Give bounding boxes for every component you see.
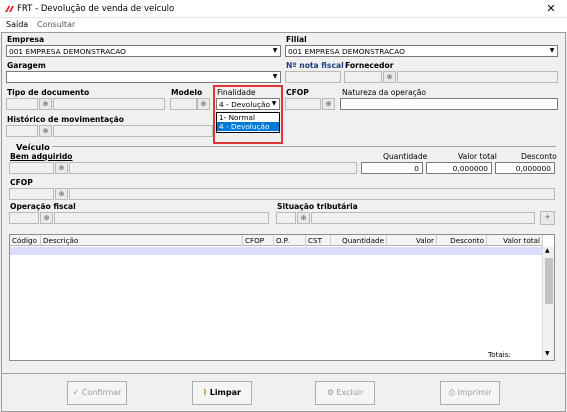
footer-divider [1, 373, 566, 374]
bem-adquirido-label: Bem adquirido [10, 152, 73, 161]
chevron-down-icon[interactable]: ▼ [269, 99, 279, 109]
finalidade-value: 4 - Devolução [219, 100, 271, 109]
fornecedor-name-field [397, 71, 558, 83]
situacao-tributaria-field[interactable] [276, 212, 296, 224]
quantidade-field[interactable]: 0 [361, 162, 423, 174]
fornecedor-label: Fornecedor [345, 61, 394, 70]
col-cst[interactable]: CST [306, 235, 331, 246]
filial-select[interactable]: 001 EMPRESA DEMONSTRACAO ▼ [285, 45, 558, 57]
menu-item-saida[interactable]: Saída [6, 20, 28, 29]
situacao-tributaria-label: Situação tributária [277, 202, 358, 211]
menu-bar [0, 18, 567, 32]
empresa-label: Empresa [7, 35, 45, 44]
quantidade-label: Quantidade [383, 152, 428, 161]
operacao-fiscal-label: Operação fiscal [10, 202, 76, 211]
valor-total-label: Valor total [458, 152, 497, 161]
bem-desc-field [69, 162, 357, 174]
col-codigo[interactable]: Código [10, 235, 41, 246]
veiculo-section-title: Veículo [16, 142, 50, 152]
modelo-label: Modelo [171, 88, 203, 97]
desconto-field[interactable]: 0,000000 [495, 162, 555, 174]
cfop-top-field[interactable] [285, 98, 321, 110]
situacao-tributaria-binoculars-icon[interactable]: ⊕ [297, 212, 310, 224]
bem-binoculars-icon[interactable]: ⊕ [55, 162, 68, 174]
cfop-veiculo-desc-field [69, 188, 555, 200]
modelo-field[interactable] [170, 98, 197, 110]
scroll-thumb[interactable] [545, 258, 553, 304]
menu-item-consultar[interactable]: Consultar [37, 20, 75, 29]
printer-icon: ⎙ [448, 388, 455, 397]
col-descricao[interactable]: Descrição [41, 235, 243, 246]
limpar-button[interactable]: ⌇ Limpar [192, 381, 252, 405]
col-cfop[interactable]: CFOP [243, 235, 274, 246]
valor-total-field[interactable]: 0,000000 [426, 162, 492, 174]
garagem-select[interactable]: ▼ [6, 71, 281, 83]
operacao-fiscal-field[interactable] [9, 212, 39, 224]
bem-adquirido-field[interactable] [9, 162, 54, 174]
col-valor-total[interactable]: Valor total [487, 235, 543, 246]
historico-binoculars-icon[interactable]: ⊕ [39, 125, 52, 137]
filial-label: Filial [286, 35, 307, 44]
scroll-down-icon[interactable]: ▼ [545, 350, 550, 357]
veiculo-divider [52, 146, 556, 147]
fornecedor-code-field[interactable] [344, 71, 382, 83]
items-grid: Código Descrição CFOP O.P. CST Quantidad… [9, 234, 555, 361]
window-title: FRT - Devolução de venda de veículo [17, 4, 175, 14]
excluir-button[interactable]: ⚙ Excluir [315, 381, 375, 405]
cfop-veiculo-label: CFOP [10, 178, 33, 187]
gear-icon: ⚙ [326, 388, 334, 397]
cfop-top-label: CFOP [286, 88, 309, 97]
natureza-label: Natureza da operação [342, 88, 427, 97]
check-icon: ✓ [72, 388, 80, 397]
chevron-down-icon[interactable]: ▼ [547, 46, 557, 56]
empresa-value: 001 EMPRESA DEMONSTRACAO [9, 47, 126, 56]
garagem-label: Garagem [7, 61, 46, 70]
app-logo-icon [5, 5, 14, 12]
col-op[interactable]: O.P. [274, 235, 306, 246]
cfop-veiculo-field[interactable] [9, 188, 54, 200]
add-item-icon[interactable]: + [540, 211, 555, 225]
historico-label: Histórico de movimentação [7, 115, 125, 124]
finalidade-dropdown-list: 1- Normal 4 - Devolução [216, 112, 280, 133]
nota-fiscal-field[interactable] [285, 71, 341, 83]
confirmar-button[interactable]: ✓ Confirmar [67, 381, 127, 405]
situacao-tributaria-desc-field [311, 212, 535, 224]
empresa-select[interactable]: 001 EMPRESA DEMONSTRACAO ▼ [6, 45, 281, 57]
table-row[interactable] [10, 247, 543, 255]
col-desconto[interactable]: Desconto [437, 235, 487, 246]
desconto-label: Desconto [521, 152, 557, 161]
broom-icon: ⌇ [203, 388, 207, 397]
tipo-documento-binoculars-icon[interactable]: ⊕ [39, 98, 52, 110]
imprimir-button[interactable]: ⎙ Imprimir [440, 381, 500, 405]
tipo-documento-field[interactable] [6, 98, 38, 110]
col-valor[interactable]: Valor [387, 235, 437, 246]
natureza-field[interactable] [340, 98, 558, 110]
cfop-veiculo-binoculars-icon[interactable]: ⊕ [55, 188, 68, 200]
historico-desc-field [53, 125, 213, 137]
historico-field[interactable] [6, 125, 38, 137]
close-icon[interactable]: ✕ [540, 0, 562, 18]
col-quantidade[interactable]: Quantidade [331, 235, 387, 246]
operacao-fiscal-binoculars-icon[interactable]: ⊕ [40, 212, 53, 224]
fornecedor-binoculars-icon[interactable]: ⊕ [383, 71, 396, 83]
finalidade-option-normal[interactable]: 1- Normal [217, 113, 279, 122]
totals-label: Totais: [488, 350, 511, 359]
cfop-top-binoculars-icon[interactable]: ⊕ [322, 98, 335, 110]
finalidade-label: Finalidade [217, 88, 256, 97]
finalidade-option-devolucao[interactable]: 4 - Devolução [217, 122, 279, 131]
chevron-down-icon[interactable]: ▼ [270, 46, 280, 56]
tipo-documento-desc-field [53, 98, 165, 110]
tipo-documento-label: Tipo de documento [7, 88, 90, 97]
scroll-up-icon[interactable]: ▲ [545, 247, 550, 254]
chevron-down-icon[interactable]: ▼ [270, 72, 280, 82]
operacao-fiscal-desc-field [54, 212, 269, 224]
modelo-binoculars-icon[interactable]: ⊕ [197, 98, 210, 110]
filial-value: 001 EMPRESA DEMONSTRACAO [288, 47, 405, 56]
nota-fiscal-label: Nº nota fiscal [286, 61, 344, 70]
grid-scrollbar[interactable]: ▲ ▼ [542, 246, 554, 360]
finalidade-select[interactable]: 4 - Devolução ▼ [216, 98, 280, 110]
